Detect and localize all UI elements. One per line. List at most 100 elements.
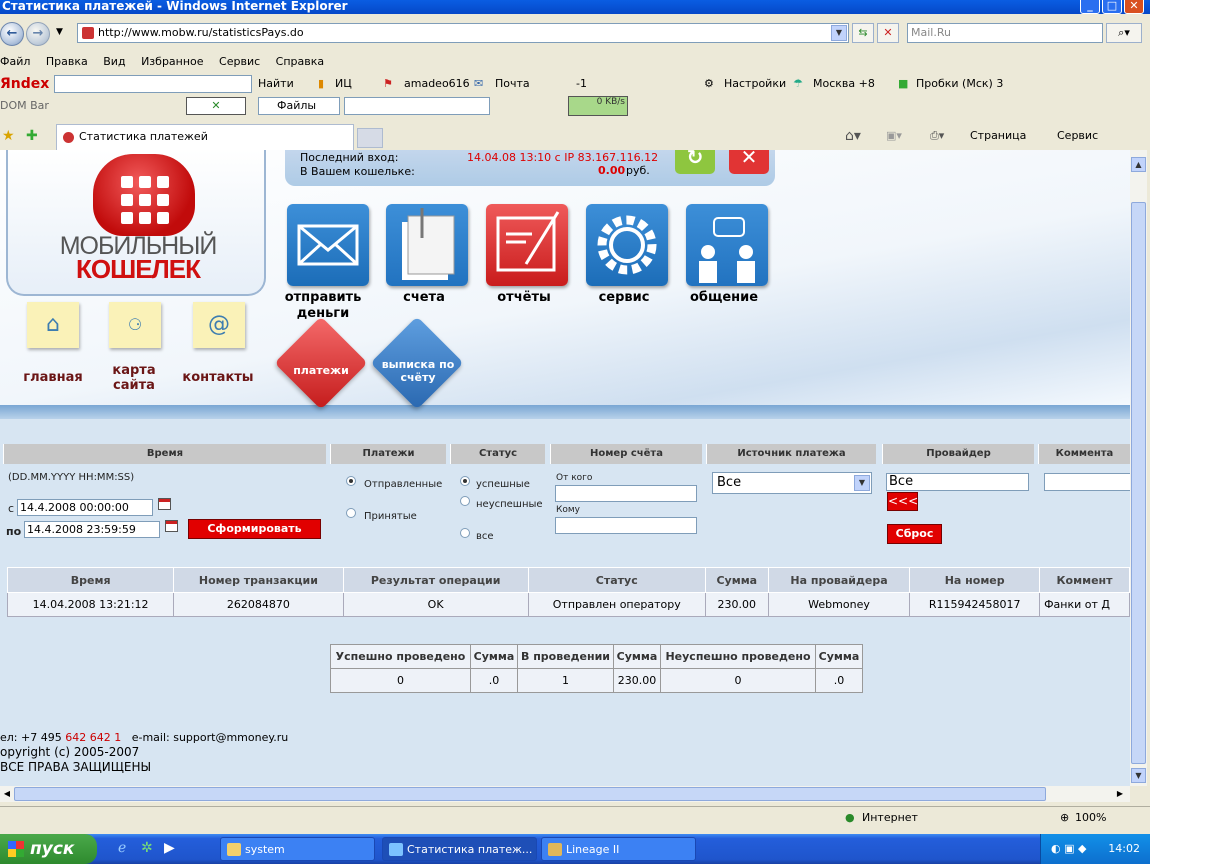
sent-radio[interactable] bbox=[346, 476, 356, 486]
menu-tools[interactable]: Сервис bbox=[219, 55, 260, 68]
back-button[interactable]: ← bbox=[0, 22, 24, 46]
yandex-logo[interactable]: Яndex bbox=[0, 73, 49, 95]
table-row[interactable]: 14.04.2008 13:21:12 262084870 OK Отправл… bbox=[6, 592, 1130, 617]
to-calendar-icon[interactable] bbox=[165, 520, 178, 532]
search-button[interactable]: ⌕▾ bbox=[1106, 23, 1142, 43]
address-input[interactable]: http://www.mobw.ru/statisticsPays.do ▼ bbox=[77, 23, 849, 43]
nav-sitemap[interactable]: карта сайта bbox=[104, 363, 164, 393]
sent-label[interactable]: Отправленные bbox=[364, 479, 442, 490]
scroll-right-button[interactable]: ▶ bbox=[1113, 787, 1127, 801]
chat-label[interactable]: общение bbox=[674, 290, 774, 306]
support-email[interactable]: e-mail: support@mmoney.ru bbox=[132, 731, 289, 744]
from-calendar-icon[interactable] bbox=[158, 498, 171, 510]
new-tab-button[interactable] bbox=[357, 128, 383, 148]
to-whom-input[interactable] bbox=[555, 517, 697, 534]
horizontal-scrollbar[interactable]: ◀ ▶ bbox=[0, 786, 1130, 802]
traffic-button[interactable]: Пробки (Мск) 3 bbox=[916, 73, 1003, 95]
minimize-button[interactable]: _ bbox=[1080, 0, 1100, 14]
payments-label[interactable]: платежи bbox=[286, 364, 356, 377]
add-favorite-icon[interactable]: ✚ bbox=[26, 128, 38, 144]
favorites-star-icon[interactable]: ★ bbox=[2, 128, 15, 144]
chat-icon[interactable] bbox=[686, 204, 768, 286]
from-date-input[interactable]: 14.4.2008 00:00:00 bbox=[17, 499, 153, 516]
dom-toggle-button[interactable]: ✕ bbox=[186, 97, 246, 115]
history-dropdown-icon[interactable]: ▼ bbox=[56, 27, 63, 37]
received-label[interactable]: Принятые bbox=[364, 511, 417, 522]
zoom-icon[interactable]: ⊕ bbox=[1060, 807, 1069, 829]
refresh-button[interactable]: ⇆ bbox=[852, 23, 874, 43]
comment-input[interactable] bbox=[1044, 473, 1130, 491]
tab-statistics[interactable]: Статистика платежей bbox=[56, 124, 354, 150]
received-radio[interactable] bbox=[346, 508, 356, 518]
feeds-icon[interactable]: ▣▾ bbox=[886, 129, 902, 142]
task-browser[interactable]: Статистика платеж... bbox=[382, 837, 537, 861]
failed-radio[interactable] bbox=[460, 496, 470, 506]
contacts-note-icon[interactable]: @ bbox=[193, 302, 245, 348]
failed-label[interactable]: неуспешные bbox=[476, 499, 543, 510]
menu-view[interactable]: Вид bbox=[103, 55, 125, 68]
weather-button[interactable]: Москва +8 bbox=[813, 73, 875, 95]
counter-button[interactable]: -1 bbox=[576, 73, 587, 95]
send-money-icon[interactable] bbox=[287, 204, 369, 286]
provider-back-button[interactable]: <<< bbox=[887, 492, 918, 511]
ic-button[interactable]: ИЦ bbox=[335, 73, 352, 95]
menu-help[interactable]: Справка bbox=[276, 55, 324, 68]
nav-contacts[interactable]: контакты bbox=[178, 370, 258, 385]
generate-button[interactable]: Сформировать bbox=[188, 519, 321, 539]
print-icon[interactable]: ⎙▾ bbox=[930, 129, 944, 143]
send-money-label[interactable]: отправить деньги bbox=[273, 290, 373, 322]
statement-label[interactable]: выписка по счёту bbox=[376, 358, 460, 384]
media-quicklaunch-icon[interactable]: ▶ bbox=[164, 840, 175, 856]
reset-button[interactable]: Сброс bbox=[887, 524, 942, 544]
zoom-level[interactable]: 100% bbox=[1075, 807, 1106, 829]
reports-icon[interactable] bbox=[486, 204, 568, 286]
logout-button[interactable]: ✕ bbox=[729, 150, 769, 174]
horizontal-scroll-thumb[interactable] bbox=[14, 787, 1046, 801]
task-lineage[interactable]: Lineage II bbox=[541, 837, 696, 861]
forward-button[interactable]: → bbox=[26, 22, 50, 46]
service-gear-icon[interactable] bbox=[586, 204, 668, 286]
nav-home[interactable]: главная bbox=[18, 370, 88, 385]
user-button[interactable]: amadeo616 bbox=[404, 73, 470, 95]
tools-menu[interactable]: Сервис bbox=[1057, 129, 1098, 142]
stop-button[interactable]: ✕ bbox=[877, 23, 899, 43]
home-icon[interactable]: ⌂▾ bbox=[845, 128, 861, 144]
invoices-icon[interactable] bbox=[386, 204, 468, 286]
yandex-find-button[interactable]: Найти bbox=[258, 73, 294, 95]
logo[interactable]: МОБИЛЬНЫЙ КОШЕЛЕК bbox=[6, 150, 266, 296]
success-radio[interactable] bbox=[460, 476, 470, 486]
search-input[interactable]: Mail.Ru bbox=[907, 23, 1103, 43]
invoices-label[interactable]: счета bbox=[374, 290, 474, 306]
all-radio[interactable] bbox=[460, 528, 470, 538]
close-button[interactable]: ✕ bbox=[1124, 0, 1144, 14]
scroll-up-button[interactable]: ▲ bbox=[1131, 157, 1146, 172]
start-button[interactable]: пуск bbox=[0, 834, 97, 864]
mail-button[interactable]: Почта bbox=[495, 73, 530, 95]
source-dropdown-icon[interactable]: ▼ bbox=[854, 475, 870, 491]
ie-quicklaunch-icon[interactable]: ℯ bbox=[118, 840, 126, 856]
yandex-search-input[interactable] bbox=[54, 75, 252, 93]
vertical-scroll-thumb[interactable] bbox=[1131, 202, 1146, 764]
vertical-scrollbar[interactable]: ▲ ▼ bbox=[1130, 150, 1147, 786]
source-select[interactable]: Все ▼ bbox=[712, 472, 872, 494]
quicklaunch-icon[interactable]: ✲ bbox=[141, 840, 153, 856]
reports-label[interactable]: отчёты bbox=[474, 290, 574, 306]
service-label[interactable]: сервис bbox=[574, 290, 674, 306]
scroll-left-button[interactable]: ◀ bbox=[0, 787, 14, 801]
success-label[interactable]: успешные bbox=[476, 479, 530, 490]
to-date-input[interactable]: 14.4.2008 23:59:59 bbox=[24, 521, 160, 538]
menu-favorites[interactable]: Избранное bbox=[141, 55, 203, 68]
address-dropdown-icon[interactable]: ▼ bbox=[831, 25, 847, 41]
menu-edit[interactable]: Правка bbox=[46, 55, 88, 68]
refresh-balance-button[interactable]: ↻ bbox=[675, 150, 715, 174]
page-menu[interactable]: Страница bbox=[970, 129, 1026, 142]
sitemap-note-icon[interactable]: ⚆ bbox=[109, 302, 161, 348]
task-system[interactable]: system bbox=[220, 837, 375, 861]
files-dropdown[interactable]: Файлы bbox=[258, 97, 340, 115]
menu-file[interactable]: Файл bbox=[0, 55, 30, 68]
from-whom-input[interactable] bbox=[555, 485, 697, 502]
tray-icons[interactable]: ◐ ▣ ◆ bbox=[1051, 834, 1086, 864]
files-search-input[interactable] bbox=[344, 97, 490, 115]
all-label[interactable]: все bbox=[476, 531, 494, 542]
scroll-down-button[interactable]: ▼ bbox=[1131, 768, 1146, 783]
